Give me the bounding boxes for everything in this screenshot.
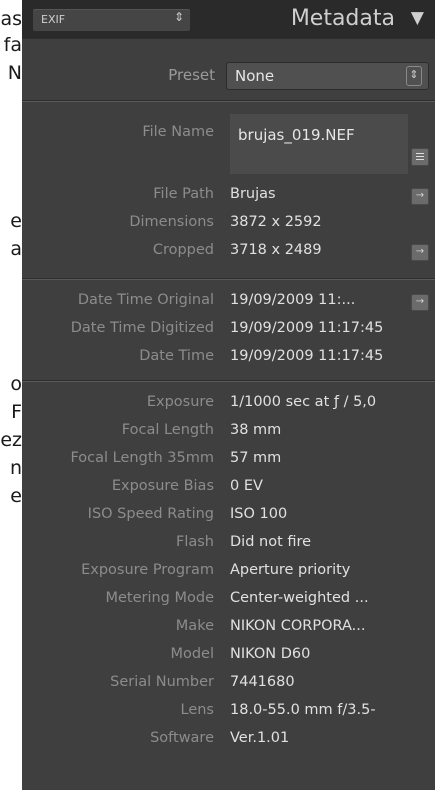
exif-label: Model [170, 646, 214, 662]
file-path-label: File Path [153, 186, 214, 202]
exif-row: Flash Did not fire [22, 534, 435, 558]
section-divider [22, 279, 435, 280]
date-time-original-value: 19/09/2009 11:... [230, 292, 356, 308]
preset-value: None [235, 67, 275, 85]
exif-value: ISO 100 [230, 506, 288, 522]
header-divider [22, 38, 435, 39]
page-fragment: e [10, 210, 22, 232]
panel-header: EXIF ⇕ Metadata ▼ [22, 0, 435, 38]
page-fragment: fa [3, 34, 22, 56]
cropped-row: Cropped 3718 x 2489 [22, 242, 435, 266]
exif-value: 18.0-55.0 mm f/3.5- [230, 702, 376, 718]
exif-label: Focal Length [121, 422, 214, 438]
updown-arrows-icon: ⇕ [173, 10, 184, 24]
exif-row: Focal Length 35mm 57 mm [22, 450, 435, 474]
page-fragment: o [10, 373, 22, 395]
metadata-panel: EXIF ⇕ Metadata ▼ Preset None ⇕ File Nam… [22, 0, 435, 790]
cropped-value: 3718 x 2489 [230, 242, 322, 258]
arrow-right-icon[interactable]: → [411, 188, 429, 205]
section-divider [22, 101, 435, 102]
page-fragment: n [9, 457, 22, 479]
date-time-value: 19/09/2009 11:17:45 [230, 348, 384, 364]
preset-row: Preset None ⇕ [22, 52, 435, 92]
date-time-row: Date Time 19/09/2009 11:17:45 [22, 348, 435, 372]
dimensions-value: 3872 x 2592 [230, 214, 322, 230]
file-path-value: Brujas [230, 186, 276, 202]
arrow-right-icon[interactable]: → [411, 294, 429, 311]
page-fragment: N [7, 62, 22, 84]
panel-title[interactable]: Metadata [291, 6, 395, 31]
exif-label: Flash [176, 534, 214, 550]
exif-label: Exposure Bias [111, 478, 214, 494]
exif-value: Aperture priority [230, 562, 351, 578]
exif-row: ISO Speed Rating ISO 100 [22, 506, 435, 530]
metadata-mode-select[interactable]: EXIF ⇕ [32, 8, 191, 32]
exif-value: 38 mm [230, 422, 282, 438]
exif-label: Metering Mode [105, 590, 214, 606]
updown-arrows-icon: ⇕ [406, 66, 422, 86]
collapse-triangle-icon[interactable]: ▼ [411, 8, 424, 28]
exif-value: NIKON D60 [230, 646, 311, 662]
list-icon[interactable] [411, 148, 429, 166]
date-time-label: Date Time [139, 348, 214, 364]
page-fragment: as [0, 8, 22, 30]
exif-value: Did not fire [230, 534, 312, 550]
exif-label: Focal Length 35mm [70, 450, 214, 466]
exif-label: Lens [180, 702, 215, 718]
exif-value: 0 EV [230, 478, 263, 494]
section-divider [22, 381, 435, 382]
page-fragment: ez [0, 429, 22, 451]
page-fragment: e [10, 485, 22, 507]
exif-row: Make NIKON CORPORA... [22, 618, 435, 642]
preset-label: Preset [168, 66, 215, 84]
exif-value: Center-weighted ... [230, 590, 369, 606]
file-name-field[interactable]: brujas_019.NEF [230, 114, 408, 174]
exif-value: NIKON CORPORA... [230, 618, 366, 634]
date-time-digitized-value: 19/09/2009 11:17:45 [230, 320, 384, 336]
arrow-right-icon[interactable]: → [411, 244, 429, 261]
background-page-text: as fa N e a o F ez n e [0, 0, 22, 790]
cropped-label: Cropped [152, 242, 214, 258]
exif-label: Serial Number [110, 674, 214, 690]
exif-value: 57 mm [230, 450, 282, 466]
exif-row: Software Ver.1.01 [22, 730, 435, 754]
exif-row: Lens 18.0-55.0 mm f/3.5- [22, 702, 435, 726]
exif-label: Make [175, 618, 214, 634]
file-name-label: File Name [142, 124, 214, 140]
exif-value: 1/1000 sec at ƒ / 5,0 [230, 394, 377, 410]
date-time-original-row: Date Time Original 19/09/2009 11:... [22, 292, 435, 316]
page-fragment: a [10, 238, 22, 260]
exif-value: Ver.1.01 [230, 730, 290, 746]
exif-row: Exposure 1/1000 sec at ƒ / 5,0 [22, 394, 435, 418]
exif-value: 7441680 [230, 674, 295, 690]
page-fragment: F [11, 401, 22, 423]
preset-select[interactable]: None ⇕ [226, 62, 429, 90]
exif-row: Serial Number 7441680 [22, 674, 435, 698]
dimensions-row: Dimensions 3872 x 2592 [22, 214, 435, 238]
exif-row: Focal Length 38 mm [22, 422, 435, 446]
file-name-value: brujas_019.NEF [238, 126, 355, 144]
date-time-digitized-row: Date Time Digitized 19/09/2009 11:17:45 [22, 320, 435, 344]
exif-row: Model NIKON D60 [22, 646, 435, 670]
file-path-row: File Path Brujas [22, 186, 435, 210]
date-time-original-label: Date Time Original [77, 292, 214, 308]
exif-row: Exposure Bias 0 EV [22, 478, 435, 502]
dimensions-label: Dimensions [129, 214, 214, 230]
mode-select-value: EXIF [41, 13, 66, 26]
exif-label: Software [150, 730, 214, 746]
exif-label: Exposure [146, 394, 214, 410]
date-time-digitized-label: Date Time Digitized [70, 320, 214, 336]
exif-row: Metering Mode Center-weighted ... [22, 590, 435, 614]
exif-label: ISO Speed Rating [87, 506, 214, 522]
exif-row: Exposure Program Aperture priority [22, 562, 435, 586]
exif-label: Exposure Program [81, 562, 214, 578]
